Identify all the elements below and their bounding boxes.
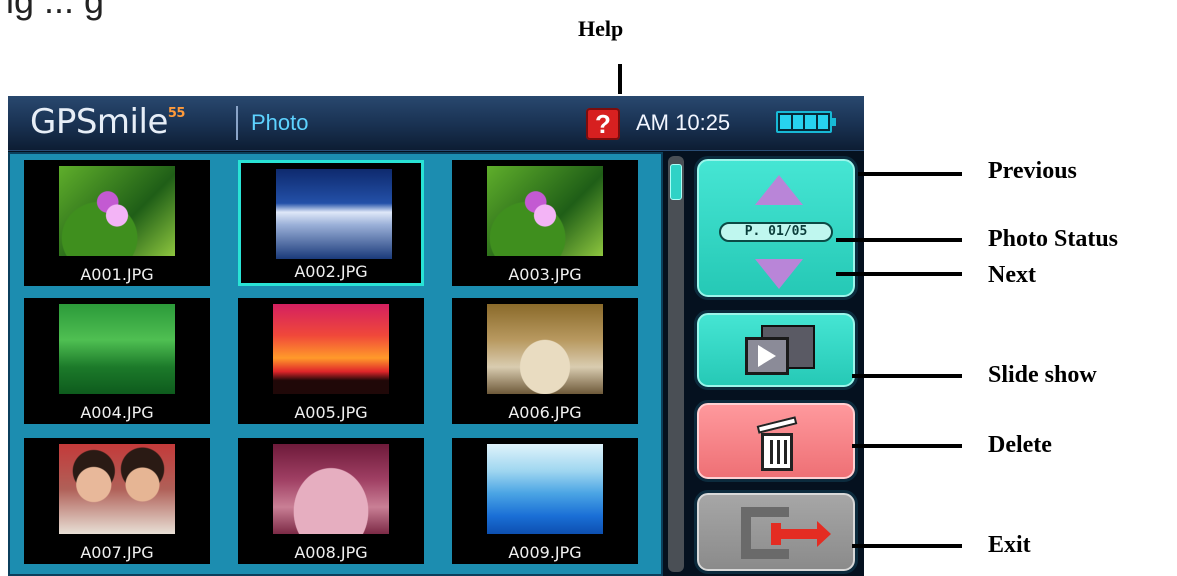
photo-filename: A001.JPG [80,265,154,284]
photo-tile[interactable]: A006.JPG [452,298,638,424]
photo-tile-selected[interactable]: A002.JPG [238,160,424,286]
gpsmile-logo: GPSmile55 [30,102,185,142]
photo-status-callout-line [836,238,962,242]
page-status: P. 01/05 [719,222,833,242]
delete-button[interactable] [694,400,858,482]
scrollbar-track[interactable] [668,156,684,572]
photo-tile[interactable]: A001.JPG [24,160,210,286]
app-title: Photo [251,110,309,135]
slide-show-button[interactable] [694,310,858,390]
photo-tile[interactable]: A003.JPG [452,160,638,286]
slide-show-callout-line [852,374,962,378]
next-callout-label: Next [988,262,1036,288]
lotus-photo-icon [59,166,175,256]
delete-callout-line [852,444,962,448]
exit-callout-line [852,544,962,548]
help-callout-line [618,64,622,94]
lotus-photo-icon [487,166,603,256]
trash-icon [755,416,799,471]
photo-filename: A002.JPG [294,262,368,281]
slide-show-callout-label: Slide show [988,362,1097,388]
photo-tile[interactable]: A007.JPG [24,438,210,564]
grass-photo-icon [487,304,603,394]
photo-tile[interactable]: A009.JPG [452,438,638,564]
battery-icon [776,111,836,133]
photo-filename: A004.JPG [80,403,154,422]
exit-callout-label: Exit [988,532,1031,558]
green-hills-photo-icon [59,304,175,394]
blue-mountains-photo-icon [487,444,603,534]
photo-filename: A003.JPG [508,265,582,284]
photo-tile[interactable]: A008.JPG [238,438,424,564]
help-button[interactable]: ? [586,108,620,140]
previous-callout-line [858,172,962,176]
title-divider [236,106,238,140]
kids-photo-icon [59,444,175,534]
device-screen: GPSmile55 Photo ? AM 10:25 A001.JPG A002… [8,96,864,576]
delete-callout-label: Delete [988,432,1052,458]
next-page-button[interactable] [755,259,803,289]
slideshow-play-icon [745,337,789,375]
photo-status-callout-label: Photo Status [988,226,1119,252]
next-callout-line [836,272,962,276]
previous-page-button[interactable] [755,175,803,205]
logo-superscript: 55 [167,106,186,121]
photo-filename: A007.JPG [80,543,154,562]
page-navigator: P. 01/05 [694,156,858,300]
photo-grid: A001.JPG A002.JPG A003.JPG A004.JPG A005… [8,152,663,576]
waterfall-photo-icon [276,169,392,259]
photo-tile[interactable]: A005.JPG [238,298,424,424]
page-caption-fragment: ig ... g [6,0,105,21]
photo-tile[interactable]: A004.JPG [24,298,210,424]
photo-filename: A008.JPG [294,543,368,562]
pink-flowers-photo-icon [273,444,389,534]
photo-filename: A009.JPG [508,543,582,562]
clock: AM 10:25 [636,110,731,135]
previous-callout-label: Previous [988,158,1077,184]
scrollbar-thumb[interactable] [670,164,682,200]
photo-filename: A005.JPG [294,403,368,422]
help-callout-label: Help [578,16,624,41]
logo-text: GPSmile [30,102,168,142]
photo-filename: A006.JPG [508,403,582,422]
exit-button[interactable] [694,490,858,574]
sunset-photo-icon [273,304,389,394]
exit-arrow-icon [771,521,831,547]
title-bar: GPSmile55 Photo ? AM 10:25 [8,96,864,151]
